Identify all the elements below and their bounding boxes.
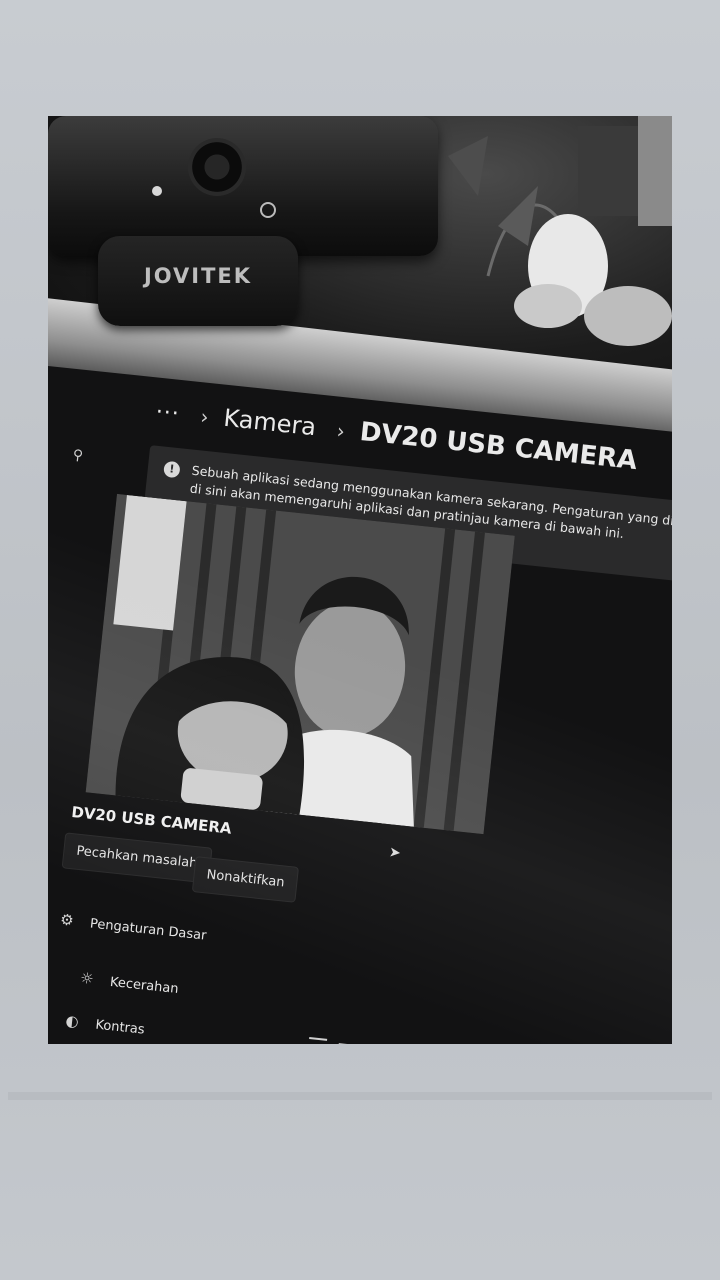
basic-settings-row[interactable]: ⚙ Pengaturan Dasar <box>59 910 207 943</box>
breadcrumb-overflow[interactable]: ··· <box>154 400 180 427</box>
frame-crease <box>8 1092 712 1100</box>
preview-image <box>85 493 515 835</box>
camera-name: DV20 USB CAMERA <box>70 802 233 838</box>
mic-dot <box>152 186 162 196</box>
disable-button[interactable]: Nonaktifkan <box>191 856 300 903</box>
contrast-row: ◐ Kontras <box>65 1011 146 1037</box>
search-icon[interactable]: ⚲ <box>72 447 84 464</box>
info-icon: ! <box>163 460 181 479</box>
flower-decoration <box>448 116 672 346</box>
photo: JOVITEK ··· › Kamera › DV20 USB CAMERA ⚲… <box>48 116 672 1044</box>
chevron-right-icon: › <box>199 404 210 430</box>
monitor-screen: ··· › Kamera › DV20 USB CAMERA ⚲ ! Sebua… <box>48 366 672 1044</box>
sun-icon: ☼ <box>79 968 95 989</box>
troubleshoot-button[interactable]: Pecahkan masalah <box>61 832 213 884</box>
contrast-label: Kontras <box>94 1017 146 1038</box>
contrast-icon: ◐ <box>64 1011 80 1031</box>
webcam-clip: JOVITEK <box>98 236 298 326</box>
brightness-label: Kecerahan <box>109 974 180 998</box>
chevron-right-icon: › <box>335 418 347 444</box>
page-title: DV20 USB CAMERA <box>358 417 639 477</box>
camera-lens <box>188 138 246 196</box>
camera-preview <box>85 493 515 835</box>
brightness-row: ☼ Kecerahan <box>79 969 179 997</box>
slider-track[interactable] <box>338 1043 389 1044</box>
polaroid-frame: JOVITEK ··· › Kamera › DV20 USB CAMERA ⚲… <box>0 0 720 1280</box>
power-icon <box>260 202 276 218</box>
sliders-icon: ⚙ <box>59 910 75 930</box>
breadcrumb-parent[interactable]: Kamera <box>222 404 317 442</box>
slider-track[interactable] <box>309 1036 328 1041</box>
mouse-cursor-icon: ➤ <box>388 844 402 862</box>
webcam <box>48 116 438 256</box>
basic-settings-label: Pengaturan Dasar <box>89 916 208 944</box>
brand-logo: JOVITEK <box>143 264 253 288</box>
